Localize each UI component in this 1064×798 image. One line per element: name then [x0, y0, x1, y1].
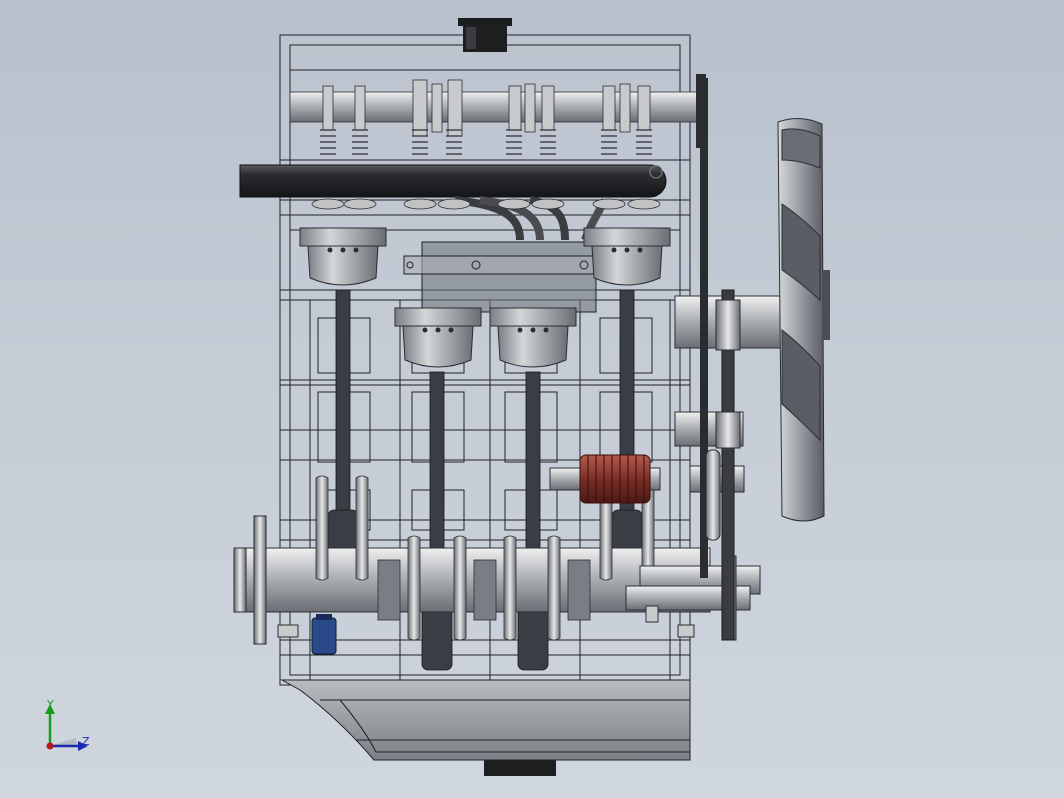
- triad-y-label: Y: [47, 698, 54, 711]
- oil-pan: [280, 679, 691, 776]
- piston-4: [583, 227, 671, 286]
- triad-z-label: Z: [82, 735, 90, 748]
- piston-2: [394, 307, 482, 368]
- piston-1: [299, 227, 387, 286]
- engine-model[interactable]: [0, 0, 1064, 798]
- intake-plenum: [403, 241, 597, 313]
- oil-filler-cap: [458, 18, 512, 52]
- piston-3: [489, 307, 577, 368]
- graphics-viewport[interactable]: Y Z: [0, 0, 1064, 798]
- cooling-fan: [777, 118, 830, 522]
